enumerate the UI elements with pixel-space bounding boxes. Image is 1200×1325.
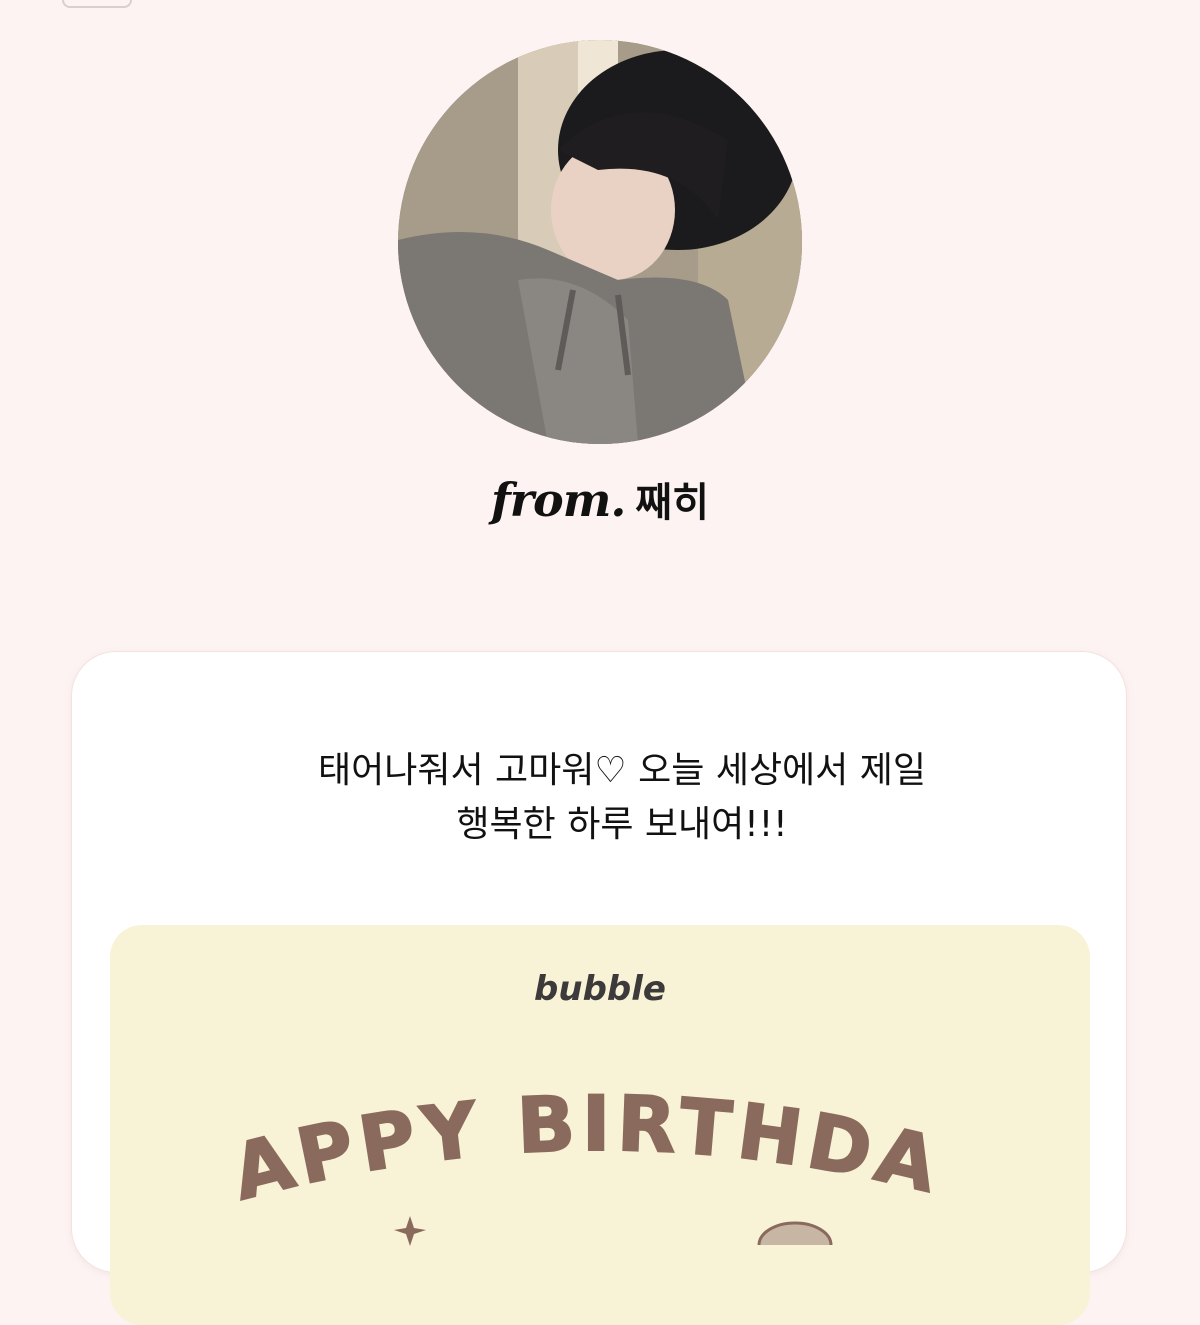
svg-text:HAPPY BIRTHDAY!: HAPPY BIRTHDAY! bbox=[110, 1025, 946, 1217]
happy-birthday-headline: HAPPY BIRTHDAY! bbox=[110, 1025, 946, 1218]
headline-text: HAPPY BIRTHDAY! bbox=[110, 1025, 941, 1218]
top-corner-decoration bbox=[62, 0, 132, 8]
sender-line: from. 째히 bbox=[0, 470, 1200, 528]
message-text: 태어나줘서 고마워♡ 오늘 세상에서 제일 행복한 하루 보내여!!! bbox=[318, 750, 926, 845]
profile-avatar[interactable] bbox=[398, 40, 802, 444]
profile-photo bbox=[398, 40, 802, 444]
message-card: 태어나줘서 고마워♡ 오늘 세상에서 제일 행복한 하루 보내여!!! bubb… bbox=[72, 652, 1126, 1325]
from-prefix: from. bbox=[490, 473, 626, 527]
bubble-logo: bubble bbox=[534, 969, 666, 1009]
birthday-banner: bubble HAPPY BIRTHDAY! bbox=[110, 925, 1090, 1325]
star-icon bbox=[394, 1216, 426, 1246]
sparkle-icon bbox=[757, 1221, 833, 1245]
sender-name: 째히 bbox=[635, 480, 709, 526]
